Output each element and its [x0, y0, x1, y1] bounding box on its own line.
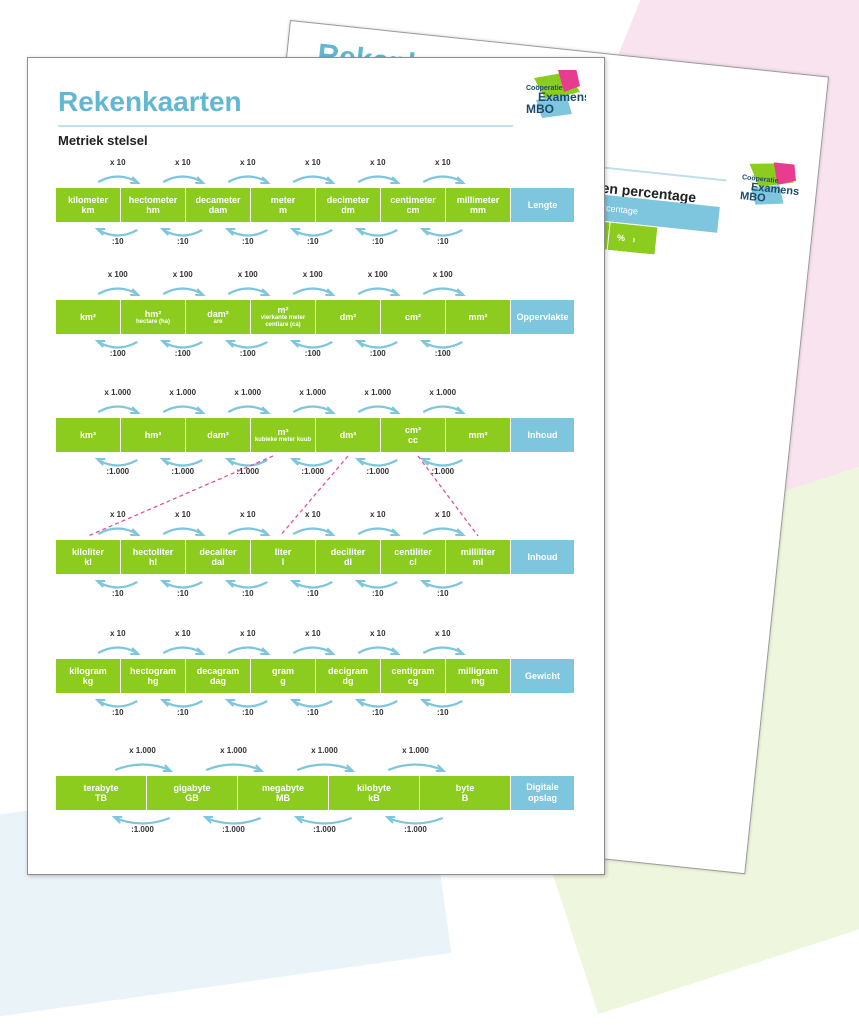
divide-arrow [114, 816, 171, 825]
multiply-arrow [422, 405, 463, 413]
multiply-arrow [292, 527, 333, 535]
front-page: Rekenkaarten Metriek stelsel Coöperatie … [27, 57, 605, 875]
divide-arrow [227, 459, 268, 467]
multiply-arrow [97, 287, 138, 295]
multiply-arrow [422, 646, 463, 654]
divide-arrow [97, 700, 138, 708]
multiply-arrow [292, 405, 333, 413]
multiply-arrow [162, 175, 203, 183]
divide-arrow [357, 341, 398, 349]
divide-arrow [292, 229, 333, 237]
divide-arrow [422, 229, 463, 237]
equivalence-arrow [417, 455, 479, 537]
multiply-arrow [296, 763, 353, 772]
divide-arrow [162, 581, 203, 589]
divide-arrow [357, 229, 398, 237]
multiply-arrow [357, 646, 398, 654]
divide-arrow [227, 581, 268, 589]
divide-arrow [97, 581, 138, 589]
multiply-arrow [227, 175, 268, 183]
divide-arrow [97, 459, 138, 467]
back-logo-icon: Coöperatie Examens MBO [739, 160, 800, 205]
divide-arrow [292, 341, 333, 349]
multiply-arrow [387, 763, 444, 772]
multiply-arrow [422, 287, 463, 295]
back-logo: Coöperatie Examens MBO [738, 159, 803, 218]
multiply-arrow [357, 287, 398, 295]
divide-arrow [357, 700, 398, 708]
equivalence-arrow [279, 455, 349, 537]
multiply-arrow [292, 287, 333, 295]
divide-arrow [292, 700, 333, 708]
divide-arrow [162, 341, 203, 349]
multiply-arrow [97, 175, 138, 183]
multiply-arrow [227, 527, 268, 535]
multiply-arrow [422, 175, 463, 183]
percentage-value: % [606, 222, 635, 252]
multiply-arrow [227, 646, 268, 654]
divide-arrow [162, 459, 203, 467]
multiply-arrow [162, 405, 203, 413]
conversion-arrows [87, 175, 479, 825]
multiply-arrow [162, 646, 203, 654]
divide-arrow [357, 581, 398, 589]
multiply-arrow [292, 175, 333, 183]
divide-arrow [162, 229, 203, 237]
multiply-arrow [292, 646, 333, 654]
multiply-arrow [205, 763, 262, 772]
back-logo-line3: MBO [739, 190, 766, 205]
divide-arrow [422, 700, 463, 708]
multiply-arrow [357, 405, 398, 413]
divide-arrow [227, 341, 268, 349]
divide-arrow [205, 816, 262, 825]
multiply-arrow [97, 646, 138, 654]
multiply-arrow [357, 175, 398, 183]
divide-arrow [162, 700, 203, 708]
divide-arrow [422, 459, 463, 467]
divide-arrow [387, 816, 444, 825]
divide-arrow [97, 229, 138, 237]
divide-arrow [357, 459, 398, 467]
multiply-arrow [227, 405, 268, 413]
multiply-arrow [357, 527, 398, 535]
divide-arrow [227, 700, 268, 708]
divide-arrow [422, 341, 463, 349]
multiply-arrow [114, 763, 171, 772]
divide-arrow [422, 581, 463, 589]
multiply-arrow [227, 287, 268, 295]
multiply-arrow [162, 527, 203, 535]
divide-arrow [97, 341, 138, 349]
divide-arrow [292, 459, 333, 467]
multiply-arrow [97, 405, 138, 413]
divide-arrow [227, 229, 268, 237]
equivalence-arrow [87, 455, 274, 537]
divide-arrow [296, 816, 353, 825]
multiply-arrow [162, 287, 203, 295]
multiply-arrow [422, 527, 463, 535]
divide-arrow [292, 581, 333, 589]
